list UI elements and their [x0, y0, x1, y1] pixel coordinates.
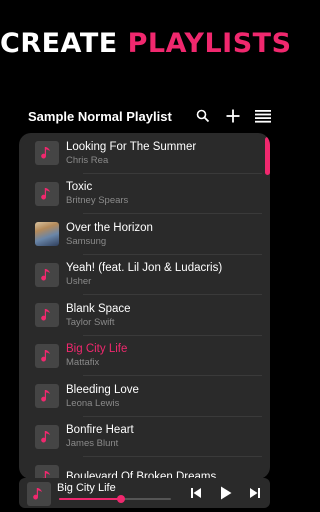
album-art-image	[35, 222, 59, 246]
track-art	[35, 303, 59, 327]
track-text: Yeah! (feat. Lil Jon & Ludacris) Usher	[66, 261, 222, 288]
banner-word-playlists: PLAYLISTS	[127, 28, 292, 59]
track-artist: Britney Spears	[66, 195, 129, 206]
menu-button[interactable]	[248, 104, 278, 128]
track-row[interactable]: Over the Horizon Samsung	[19, 214, 263, 254]
track-title: Big City Life	[66, 343, 128, 355]
plus-icon	[226, 109, 240, 123]
player-album-art	[27, 482, 51, 506]
track-row[interactable]: Bonfire Heart James Blunt	[19, 417, 263, 457]
music-note-icon	[41, 390, 50, 402]
track-text: Looking For The Summer Chris Rea	[66, 140, 196, 167]
previous-icon	[191, 488, 201, 498]
search-icon	[196, 109, 210, 123]
track-artist: Chris Rea	[66, 154, 109, 166]
track-art	[35, 465, 59, 479]
play-button[interactable]	[218, 485, 234, 501]
track-text: Toxic Britney Spears	[66, 180, 128, 207]
next-button[interactable]	[247, 485, 263, 501]
add-button[interactable]	[218, 104, 248, 128]
track-title: Bleeding Love	[66, 383, 139, 396]
seek-bar-fill	[59, 498, 121, 500]
music-note-icon	[33, 488, 42, 500]
player-track-title: Big City Life	[57, 482, 116, 494]
playlist-header: Sample Normal Playlist	[28, 104, 278, 128]
promo-banner: CREATE PLAYLISTS	[0, 28, 292, 59]
track-title: Over the Horizon	[66, 221, 153, 234]
music-note-icon	[41, 349, 50, 361]
track-art	[35, 384, 59, 408]
track-artist: Usher	[66, 276, 92, 287]
search-button[interactable]	[188, 104, 218, 128]
music-note-icon	[41, 430, 50, 442]
playlist-title: Sample Normal Playlist	[28, 108, 172, 124]
track-artist: Taylor Swift	[66, 316, 115, 328]
seek-knob[interactable]	[116, 495, 125, 503]
track-artist: James Blunt	[66, 438, 119, 449]
track-text: Blank Space Taylor Swift	[66, 302, 131, 329]
banner-word-create: CREATE	[0, 28, 118, 59]
next-icon	[250, 488, 260, 498]
track-text: Big City Life Mattafix	[66, 342, 127, 369]
track-row[interactable]: Big City Life Mattafix	[19, 336, 263, 376]
music-note-icon	[41, 309, 50, 321]
seek-bar[interactable]	[59, 495, 171, 503]
track-title: Bonfire Heart	[66, 424, 134, 436]
mini-player[interactable]: Big City Life	[19, 478, 270, 508]
play-icon	[221, 486, 232, 500]
track-title: Blank Space	[66, 302, 131, 315]
track-row[interactable]: Boulevard Of Broken Dreams	[19, 457, 263, 479]
track-artist: Mattafix	[66, 357, 100, 368]
track-title: Toxic	[66, 181, 93, 193]
music-note-icon	[41, 187, 50, 199]
music-note-icon	[41, 147, 50, 159]
track-row[interactable]: Bleeding Love Leona Lewis	[19, 376, 263, 416]
previous-button[interactable]	[188, 485, 204, 501]
track-row[interactable]: Looking For The Summer Chris Rea	[19, 133, 263, 173]
menu-icon	[255, 110, 271, 123]
track-text: Bleeding Love Leona Lewis	[66, 383, 139, 410]
track-art	[35, 262, 59, 287]
track-title: Looking For The Summer	[66, 140, 197, 153]
track-artist: Leona Lewis	[66, 397, 120, 409]
scrollbar-thumb[interactable]	[265, 137, 270, 175]
track-text: Bonfire Heart James Blunt	[66, 423, 134, 450]
track-row[interactable]: Yeah! (feat. Lil Jon & Ludacris) Usher	[19, 255, 263, 295]
track-row[interactable]: Blank Space Taylor Swift	[19, 295, 263, 335]
track-text: Over the Horizon Samsung	[66, 221, 153, 248]
track-art	[35, 141, 59, 165]
track-art	[35, 424, 59, 449]
music-note-icon	[41, 268, 50, 280]
track-row[interactable]: Toxic Britney Spears	[19, 174, 263, 214]
track-art	[35, 343, 59, 368]
track-list[interactable]: Looking For The Summer Chris Rea Toxic Brit…	[19, 133, 270, 479]
track-title: Yeah! (feat. Lil Jon & Ludacris)	[66, 262, 223, 274]
track-art	[35, 181, 59, 206]
track-artist: Samsung	[66, 235, 107, 247]
